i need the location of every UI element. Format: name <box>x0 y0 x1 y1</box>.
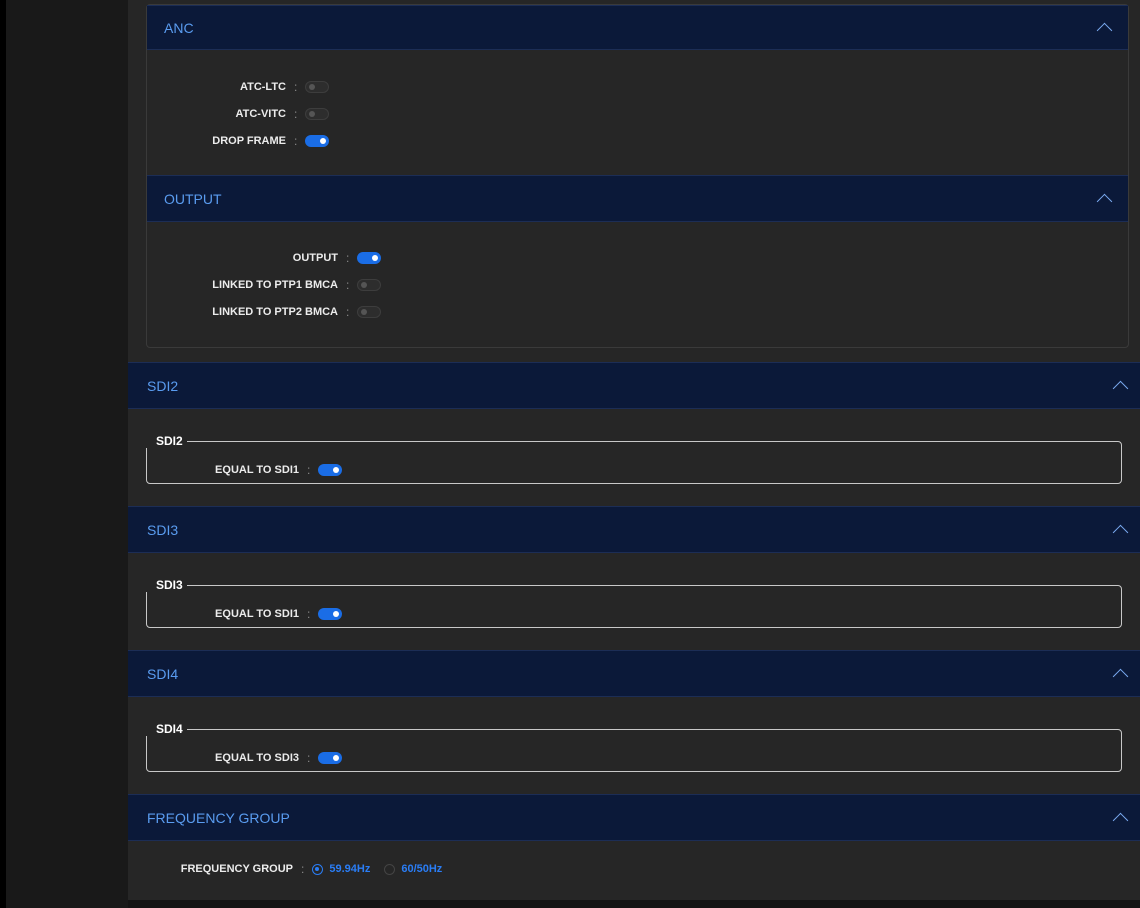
separator: : <box>346 278 350 292</box>
radio-60-50hz-label[interactable]: 60/50Hz <box>401 863 442 875</box>
sdi3-section-title: SDI3 <box>147 521 179 538</box>
output-toggle[interactable] <box>357 252 382 264</box>
drop-frame-toggle[interactable] <box>305 135 330 147</box>
separator: : <box>307 751 311 765</box>
linked-ptp1-toggle[interactable] <box>357 279 382 291</box>
sidebar-panel <box>6 0 128 908</box>
separator: : <box>346 251 350 265</box>
atc-ltc-toggle[interactable] <box>305 81 330 93</box>
sdi4-legend: SDI4 <box>146 722 187 736</box>
radio-60-50hz[interactable] <box>384 863 396 875</box>
content-footer-strip <box>128 900 1140 908</box>
sdi4-equal-label: EQUAL TO SDI3 <box>215 752 299 764</box>
atc-vitc-toggle[interactable] <box>305 108 330 120</box>
chevron-up-icon[interactable] <box>1112 812 1129 829</box>
linked-ptp1-label: LINKED TO PTP1 BMCA <box>212 279 338 291</box>
sdi4-row-equal: EQUAL TO SDI3 : <box>160 748 343 768</box>
separator: : <box>294 134 298 148</box>
sdi3-equal-label: EQUAL TO SDI1 <box>215 608 299 620</box>
anc-section-title: ANC <box>164 19 194 36</box>
chevron-up-icon[interactable] <box>1096 22 1113 39</box>
sdi4-section-title: SDI4 <box>147 665 179 682</box>
frequency-group-label: FREQUENCY GROUP <box>180 863 293 875</box>
sdi4-equal-toggle[interactable] <box>318 752 343 764</box>
sdi3-row-equal: EQUAL TO SDI1 : <box>160 604 343 624</box>
sdi2-equal-toggle[interactable] <box>318 464 343 476</box>
chevron-up-icon[interactable] <box>1112 668 1129 685</box>
sdi2-row-equal: EQUAL TO SDI1 : <box>160 460 343 480</box>
sdi4-section-header[interactable]: SDI4 <box>128 650 1140 697</box>
sdi3-legend: SDI3 <box>146 578 187 592</box>
sdi2-equal-label: EQUAL TO SDI1 <box>215 464 299 476</box>
sdi2-legend: SDI2 <box>146 434 187 448</box>
output-row-ptp2: LINKED TO PTP2 BMCA : <box>160 302 382 322</box>
sdi2-section-header[interactable]: SDI2 <box>128 362 1140 409</box>
drop-frame-label: DROP FRAME <box>212 135 286 147</box>
sdi3-legend-text: SDI3 <box>156 578 183 592</box>
chevron-up-icon[interactable] <box>1112 524 1129 541</box>
linked-ptp2-label: LINKED TO PTP2 BMCA <box>212 306 338 318</box>
sdi2-section-title: SDI2 <box>147 377 179 394</box>
sdi3-equal-toggle[interactable] <box>318 608 343 620</box>
chevron-up-icon[interactable] <box>1096 193 1113 210</box>
atc-ltc-label: ATC-LTC <box>239 81 286 93</box>
frequency-group-row: FREQUENCY GROUP : 59.94Hz 60/50Hz <box>160 859 456 879</box>
radio-59-94hz[interactable] <box>312 863 324 875</box>
separator: : <box>307 607 311 621</box>
frequency-group-section-header[interactable]: FREQUENCY GROUP <box>128 794 1140 841</box>
anc-row-atc-vitc: ATC-VITC : <box>160 104 330 124</box>
anc-row-drop-frame: DROP FRAME : <box>160 131 330 151</box>
atc-vitc-label: ATC-VITC <box>235 108 286 120</box>
output-row-output: OUTPUT : <box>160 248 382 268</box>
chevron-up-icon[interactable] <box>1112 380 1129 397</box>
output-section-header[interactable]: OUTPUT <box>147 175 1128 222</box>
sdi2-legend-text: SDI2 <box>156 434 183 448</box>
sdi4-legend-text: SDI4 <box>156 722 183 736</box>
separator: : <box>346 305 350 319</box>
linked-ptp2-toggle[interactable] <box>357 306 382 318</box>
sdi3-section-header[interactable]: SDI3 <box>128 506 1140 553</box>
radio-59-94hz-label[interactable]: 59.94Hz <box>329 863 370 875</box>
output-section-title: OUTPUT <box>164 190 222 207</box>
output-label: OUTPUT <box>292 252 338 264</box>
anc-row-atc-ltc: ATC-LTC : <box>160 77 330 97</box>
frequency-group-section-title: FREQUENCY GROUP <box>147 809 290 826</box>
separator: : <box>294 80 298 94</box>
separator: : <box>307 463 311 477</box>
separator: : <box>301 862 305 876</box>
anc-section-header[interactable]: ANC <box>147 5 1128 50</box>
separator: : <box>294 107 298 121</box>
output-row-ptp1: LINKED TO PTP1 BMCA : <box>160 275 382 295</box>
